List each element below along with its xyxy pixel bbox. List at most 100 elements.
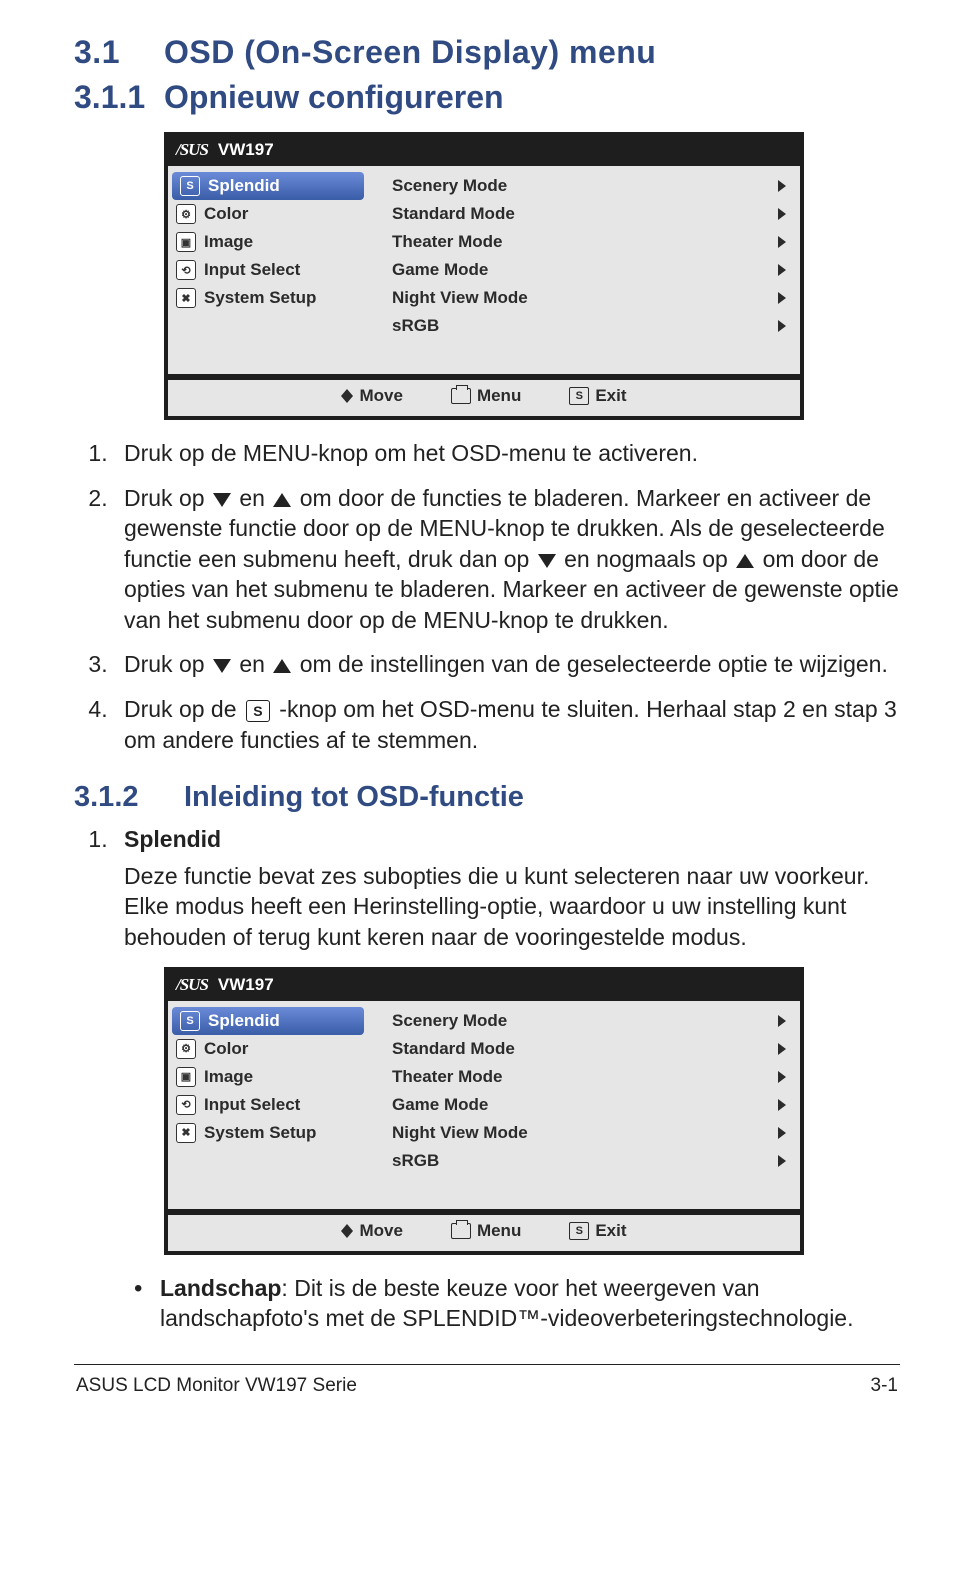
heading-number: 3.1.1 <box>74 79 164 116</box>
osd-panel: /SUS VW197 S Splendid ⚙ Color ▣Image ⟲ Input S… <box>164 967 804 1255</box>
up-triangle-icon <box>273 659 291 673</box>
heading-text: OSD (On-Screen Display) menu <box>164 34 656 70</box>
osd-mode-scenery-mode: Scenery Mode <box>368 1007 800 1035</box>
osd-screenshot-2: /SUS VW197 S Splendid ⚙ Color ▣Image ⟲ Input S… <box>164 967 900 1255</box>
chevron-right-icon <box>778 1043 786 1055</box>
menu-item-icon: ⟲ <box>176 1095 196 1115</box>
menu-item-icon: ⚙ <box>176 1039 196 1059</box>
menu-icon <box>451 388 471 404</box>
step-4: Druk op de S -knop om het OSD-menu te sl… <box>114 694 900 755</box>
osd-titlebar: /SUS VW197 <box>168 136 800 166</box>
osd-screenshot-1: /SUS VW197 SSplendid⚙Color▣Image⟲Input S… <box>164 132 900 420</box>
osd-titlebar: /SUS VW197 <box>168 971 800 1001</box>
bullet-landschap: Landschap: Dit is de beste keuze voor he… <box>134 1273 900 1334</box>
up-triangle-icon <box>273 493 291 507</box>
chevron-right-icon <box>778 1155 786 1167</box>
splendid-section: Splendid Deze functie bevat zes suboptie… <box>74 824 900 952</box>
menu-item-icon: S <box>180 1011 200 1031</box>
mode-label: Scenery Mode <box>392 176 507 196</box>
updown-icon <box>341 389 353 403</box>
splendid-item: Splendid Deze functie bevat zes suboptie… <box>114 824 900 952</box>
osd-mode-scenery-mode: Scenery Mode <box>368 172 800 200</box>
menu-item-label: Splendid <box>208 176 280 196</box>
chevron-right-icon <box>778 1015 786 1027</box>
mode-label: Theater Mode <box>392 1067 503 1087</box>
hint-move: Move <box>341 1221 402 1241</box>
heading-3-1-1: 3.1.1Opnieuw configureren <box>74 79 900 116</box>
osd-right-list: Scenery Mode Standard Mode Theater Mode Gam… <box>368 1001 800 1209</box>
osd-mode-game-mode: Game Mode <box>368 256 800 284</box>
chevron-right-icon <box>778 208 786 220</box>
hint-menu: Menu <box>451 386 521 406</box>
exit-icon: S <box>569 387 589 405</box>
step-3: Druk op en om de instellingen van de ges… <box>114 649 900 680</box>
osd-menu-input-select: ⟲ Input Select <box>168 256 368 284</box>
osd-button-hints: Move Menu SExit <box>168 380 800 416</box>
menu-item-label: Color <box>204 1039 248 1059</box>
hint-move: Move <box>341 386 402 406</box>
menu-item-icon: ⚙ <box>176 204 196 224</box>
up-triangle-icon <box>736 554 754 568</box>
mode-bullets: Landschap: Dit is de beste keuze voor he… <box>74 1273 900 1334</box>
down-triangle-icon <box>213 493 231 507</box>
footer-left: ASUS LCD Monitor VW197 Serie <box>76 1375 357 1397</box>
mode-label: sRGB <box>392 316 439 336</box>
heading-text: Opnieuw configureren <box>164 79 504 115</box>
osd-panel: /SUS VW197 SSplendid⚙Color▣Image⟲Input S… <box>164 132 804 420</box>
mode-label: Standard Mode <box>392 1039 515 1059</box>
hint-menu: Menu <box>451 1221 521 1241</box>
step-1: Druk op de MENU-knop om het OSD-menu te … <box>114 438 900 469</box>
mode-label: Night View Mode <box>392 1123 528 1143</box>
mode-label: Standard Mode <box>392 204 515 224</box>
menu-item-icon: ✖ <box>176 288 196 308</box>
updown-icon <box>341 1224 353 1238</box>
osd-mode-game-mode: Game Mode <box>368 1091 800 1119</box>
chevron-right-icon <box>778 292 786 304</box>
step-2: Druk op en om door de functies te blader… <box>114 483 900 636</box>
splendid-body: Deze functie bevat zes subopties die u k… <box>124 861 900 953</box>
mode-label: Night View Mode <box>392 288 528 308</box>
footer-right: 3-1 <box>871 1375 898 1397</box>
splendid-title: Splendid <box>124 826 221 852</box>
osd-mode-night-view-mode: Night View Mode <box>368 1119 800 1147</box>
chevron-right-icon <box>778 1099 786 1111</box>
osd-mode-night-view-mode: Night View Mode <box>368 284 800 312</box>
osd-mode-theater-mode: Theater Mode <box>368 228 800 256</box>
osd-mode-standard-mode: Standard Mode <box>368 200 800 228</box>
chevron-right-icon <box>778 1071 786 1083</box>
hint-exit: SExit <box>569 1221 626 1241</box>
heading-3-1-2: 3.1.2Inleiding tot OSD-functie <box>74 781 900 814</box>
heading-number: 3.1 <box>74 34 164 71</box>
hint-exit: SExit <box>569 386 626 406</box>
menu-item-label: System Setup <box>204 1123 316 1143</box>
mode-label: Scenery Mode <box>392 1011 507 1031</box>
menu-item-label: Splendid <box>208 1011 280 1031</box>
mode-label: sRGB <box>392 1151 439 1171</box>
menu-item-label: Image <box>204 1067 253 1087</box>
heading-text: Inleiding tot OSD-functie <box>184 781 524 813</box>
osd-mode-standard-mode: Standard Mode <box>368 1035 800 1063</box>
osd-menu-image: ▣Image <box>168 1063 368 1091</box>
osd-menu-color: ⚙ Color <box>168 1035 368 1063</box>
osd-mode-srgb: sRGB <box>368 1147 800 1175</box>
osd-menu-system-setup: ✖System Setup <box>168 284 368 312</box>
osd-right-list: Scenery Mode Standard Mode Theater Mode Gam… <box>368 166 800 374</box>
osd-mode-srgb: sRGB <box>368 312 800 340</box>
heading-3-1: 3.1OSD (On-Screen Display) menu <box>74 34 900 71</box>
osd-menu-splendid: S Splendid <box>172 1007 364 1035</box>
menu-item-icon: ⟲ <box>176 260 196 280</box>
chevron-right-icon <box>778 264 786 276</box>
osd-mode-theater-mode: Theater Mode <box>368 1063 800 1091</box>
bullet-name: Landschap <box>160 1275 281 1301</box>
chevron-right-icon <box>778 320 786 332</box>
menu-item-label: Image <box>204 232 253 252</box>
osd-left-menu: SSplendid⚙Color▣Image⟲Input Select✖Syste… <box>168 166 368 374</box>
asus-logo: /SUS <box>176 975 208 995</box>
osd-menu-system-setup: ✖System Setup <box>168 1119 368 1147</box>
menu-item-label: Input Select <box>204 260 300 280</box>
menu-item-icon: S <box>180 176 200 196</box>
osd-model: VW197 <box>218 140 274 160</box>
s-button-icon: S <box>246 700 270 722</box>
mode-label: Game Mode <box>392 260 488 280</box>
menu-item-label: Input Select <box>204 1095 300 1115</box>
